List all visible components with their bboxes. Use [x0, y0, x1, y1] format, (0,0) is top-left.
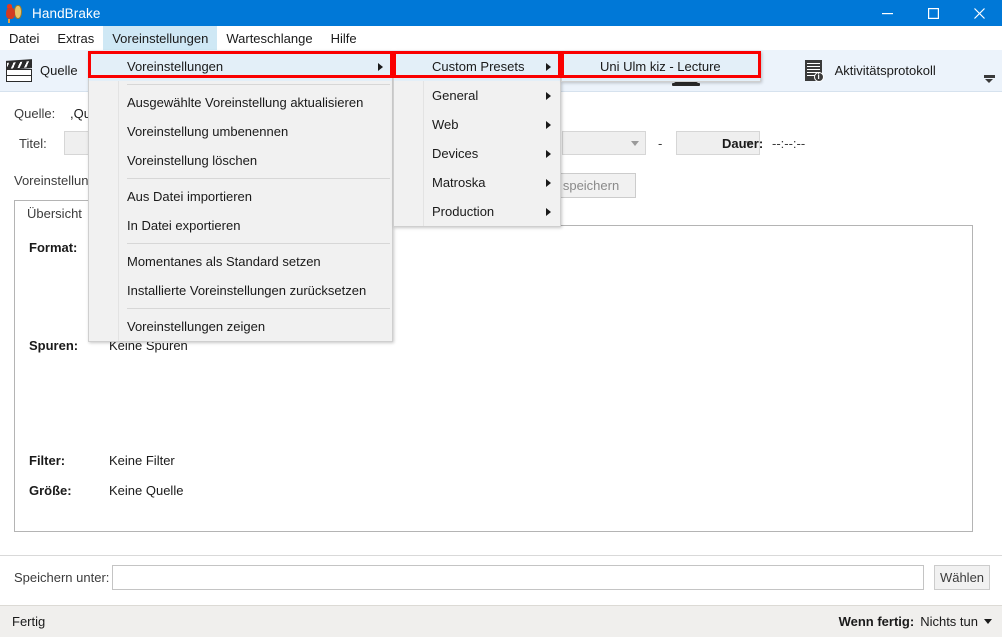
menu-item-voreinstellungen[interactable]: Voreinstellungen: [89, 52, 392, 81]
menu-item-label: Ausgewählte Voreinstellung aktualisieren: [127, 95, 364, 110]
submenu-arrow-icon: [378, 62, 383, 71]
menu-item-label: Voreinstellungen zeigen: [127, 319, 266, 334]
window-title: HandBrake: [32, 5, 101, 21]
menubar-item-hilfe[interactable]: Hilfe: [322, 26, 366, 50]
menu-item-label: Matroska: [432, 175, 486, 190]
size-label: Größe:: [29, 483, 72, 498]
menu-separator: [127, 84, 390, 85]
browse-button[interactable]: Wählen: [934, 565, 990, 590]
close-icon[interactable]: [956, 0, 1002, 26]
menu-item-label: Installierte Voreinstellungen zurücksetz…: [127, 283, 367, 298]
duration-label: Dauer:: [722, 136, 764, 151]
menu-item-label: Devices: [432, 146, 479, 161]
menu-separator: [127, 308, 390, 309]
save-as-row: Speichern unter: Wählen: [0, 555, 1002, 605]
activity-log-button-label: Aktivitätsprotokoll: [834, 63, 936, 78]
submenu-item-uni-ulm-kiz-lecture[interactable]: Uni Ulm kiz - Lecture: [562, 52, 760, 81]
menu-item-label: Voreinstellung umbenennen: [127, 124, 289, 139]
submenu-item-devices[interactable]: Devices: [394, 139, 560, 168]
preset-label: Voreinstellung: [14, 173, 96, 188]
menubar-item-extras[interactable]: Extras: [48, 26, 103, 50]
submenu-arrow-icon: [546, 207, 551, 216]
title-label: Titel:: [19, 136, 47, 151]
menu-item-label: Aus Datei importieren: [127, 189, 252, 204]
menu-item-label: In Datei exportieren: [127, 218, 241, 233]
duration-value: --:--:--: [772, 136, 806, 151]
activity-log-button[interactable]: i Aktivitätsprotokoll: [797, 51, 944, 91]
status-text: Fertig: [12, 614, 46, 629]
toolbar-overflow-icon[interactable]: [982, 72, 996, 86]
submenu-arrow-icon: [546, 62, 551, 71]
status-bar: Fertig Wenn fertig: Nichts tun: [0, 605, 1002, 637]
menu-item-set-current-as-default[interactable]: Momentanes als Standard setzen: [89, 247, 392, 276]
source-button-label: Quelle: [40, 63, 78, 78]
filters-value: Keine Filter: [109, 453, 175, 468]
submenu-item-web[interactable]: Web: [394, 110, 560, 139]
menu-item-label: Voreinstellungen: [127, 59, 224, 74]
window-controls: [864, 0, 1002, 26]
menu-item-export-to-file[interactable]: In Datei exportieren: [89, 211, 392, 240]
menu-item-label: Momentanes als Standard setzen: [127, 254, 321, 269]
format-label: Format:: [29, 240, 78, 255]
submenu-arrow-icon: [546, 120, 551, 129]
chevron-down-icon: [631, 140, 639, 146]
menu-item-label: Production: [432, 204, 495, 219]
submenu-item-general[interactable]: General: [394, 81, 560, 110]
when-done-value[interactable]: Nichts tun: [920, 614, 978, 629]
presets-menu: Voreinstellungen Ausgewählte Voreinstell…: [88, 51, 393, 342]
submenu-item-custom-presets[interactable]: Custom Presets: [394, 52, 560, 81]
menu-bar: Datei Extras Voreinstellungen Warteschla…: [0, 26, 1002, 50]
when-done-label: Wenn fertig:: [838, 614, 915, 629]
submenu-item-production[interactable]: Production: [394, 197, 560, 226]
menu-item-show-presets[interactable]: Voreinstellungen zeigen: [89, 312, 392, 341]
menu-item-label: Uni Ulm kiz - Lecture: [600, 59, 721, 74]
save-as-label: Speichern unter:: [14, 570, 110, 585]
maximize-icon[interactable]: [910, 0, 956, 26]
menu-item-label: Web: [432, 117, 459, 132]
menu-item-label: Voreinstellung löschen: [127, 153, 258, 168]
chevron-down-icon[interactable]: [984, 619, 992, 624]
title-bar: HandBrake: [0, 0, 1002, 26]
menu-item-delete-preset[interactable]: Voreinstellung löschen: [89, 146, 392, 175]
activity-log-icon: i: [803, 59, 827, 83]
minimize-icon[interactable]: [864, 0, 910, 26]
submenu-arrow-icon: [546, 178, 551, 187]
submenu-arrow-icon: [546, 91, 551, 100]
presets-submenu: Custom Presets General Web Devices Matro…: [393, 51, 561, 227]
custom-presets-submenu: Uni Ulm kiz - Lecture: [561, 51, 761, 82]
filters-label: Filter:: [29, 453, 66, 468]
range-separator: -: [658, 136, 663, 151]
submenu-item-matroska[interactable]: Matroska: [394, 168, 560, 197]
menu-item-label: Custom Presets: [432, 59, 525, 74]
tab-uebersicht[interactable]: Übersicht: [14, 200, 95, 226]
menu-item-rename-preset[interactable]: Voreinstellung umbenennen: [89, 117, 392, 146]
chapter-from-select[interactable]: [562, 131, 646, 155]
menu-separator: [127, 178, 390, 179]
source-button[interactable]: Quelle: [0, 51, 86, 91]
save-as-input[interactable]: [112, 565, 924, 590]
when-done-group[interactable]: Wenn fertig: Nichts tun: [839, 614, 992, 629]
menubar-item-voreinstellungen[interactable]: Voreinstellungen: [103, 26, 218, 50]
menubar-item-warteschlange[interactable]: Warteschlange: [217, 26, 321, 50]
tracks-label: Spuren:: [29, 338, 79, 353]
menu-item-reset-installed-presets[interactable]: Installierte Voreinstellungen zurücksetz…: [89, 276, 392, 305]
handbrake-pineapple-icon: [6, 4, 24, 23]
size-value: Keine Quelle: [109, 483, 184, 498]
handbrake-window: HandBrake Datei Extras Voreinstellungen …: [0, 0, 1002, 637]
source-label: Quelle:: [14, 106, 56, 121]
menu-item-update-selected-preset[interactable]: Ausgewählte Voreinstellung aktualisieren: [89, 88, 392, 117]
submenu-arrow-icon: [546, 149, 551, 158]
film-clapper-icon: [6, 58, 32, 82]
menu-item-label: General: [432, 88, 479, 103]
menu-separator: [127, 243, 390, 244]
menubar-item-datei[interactable]: Datei: [0, 26, 48, 50]
menu-item-import-from-file[interactable]: Aus Datei importieren: [89, 182, 392, 211]
